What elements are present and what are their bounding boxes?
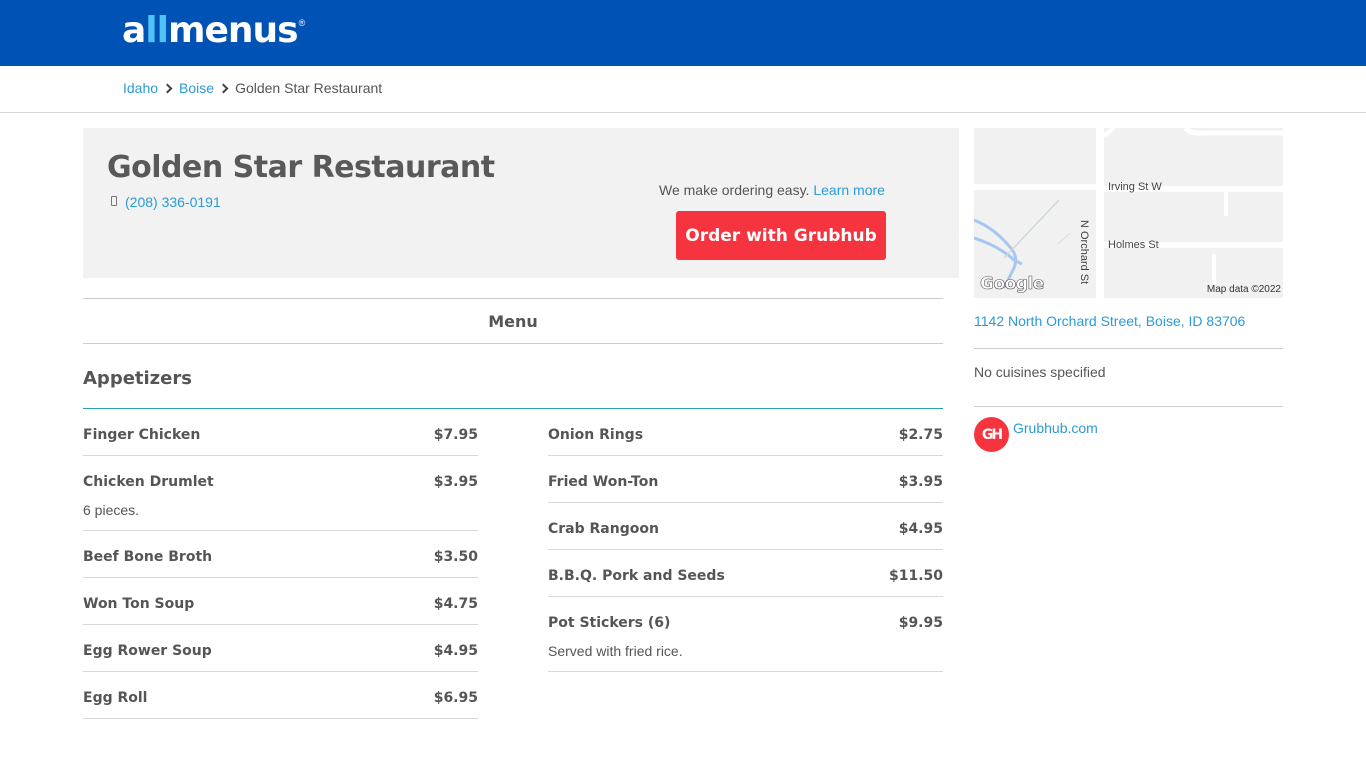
breadcrumb-idaho[interactable]: Idaho: [123, 80, 158, 96]
menu-item[interactable]: Beef Bone Broth $3.50: [83, 531, 478, 578]
item-price: $2.75: [898, 427, 943, 443]
phone-icon: [111, 196, 117, 206]
item-price: $4.95: [433, 643, 478, 659]
item-description: Served with fried rice.: [548, 643, 683, 659]
menu-item[interactable]: Egg Roll $6.95: [83, 672, 478, 719]
menu-item[interactable]: B.B.Q. Pork and Seeds $11.50: [548, 550, 943, 597]
sidebar-divider: [974, 348, 1283, 349]
menu-column-right: Onion Rings $2.75 Fried Won-Ton $3.95 Crab…: [548, 409, 943, 672]
map-street-irving: Irving St W: [1108, 181, 1162, 193]
item-price: $4.75: [433, 596, 478, 612]
chevron-right-icon: [162, 83, 173, 93]
google-logo: Google: [980, 274, 1045, 295]
map-street-orchard: N Orchard St: [1078, 220, 1090, 285]
section-title: Appetizers: [83, 368, 192, 389]
item-description: 6 pieces.: [83, 502, 140, 518]
grubhub-link[interactable]: Grubhub.com: [1013, 420, 1098, 436]
top-header: allmenus ®: [0, 0, 1366, 66]
item-name: Crab Rangoon: [548, 521, 659, 537]
grubhub-icon[interactable]: GH: [974, 417, 1009, 452]
map-graphic: [974, 128, 1283, 298]
order-easy-label: We make ordering easy.: [659, 182, 810, 198]
breadcrumb-boise[interactable]: Boise: [179, 80, 214, 96]
item-name: Onion Rings: [548, 427, 644, 443]
item-price: $6.95: [433, 690, 478, 706]
item-name: Finger Chicken: [83, 427, 201, 443]
learn-more-link[interactable]: Learn more: [813, 182, 885, 198]
menu-column-left: Finger Chicken $7.95 Chicken Drumlet $3.95…: [83, 409, 478, 719]
item-name: Fried Won-Ton: [548, 474, 659, 490]
item-name: Pot Stickers (6): [548, 615, 671, 631]
item-price: $4.95: [898, 521, 943, 537]
menu-item[interactable]: Egg Rower Soup $4.95: [83, 625, 478, 672]
menu-item[interactable]: Pot Stickers (6) $9.95 Served with fried r…: [548, 597, 943, 672]
item-price: $3.50: [433, 549, 478, 565]
order-easy-text: We make ordering easy. Learn more: [659, 182, 885, 198]
order-with-grubhub-button[interactable]: Order with Grubhub: [676, 211, 886, 260]
breadcrumb-bar: Idaho Boise Golden Star Restaurant: [0, 66, 1366, 113]
item-price: $3.95: [433, 474, 478, 490]
restaurant-name: Golden Star Restaurant: [107, 150, 495, 185]
chevron-right-icon: [218, 83, 229, 93]
menu-item[interactable]: Finger Chicken $7.95: [83, 409, 478, 456]
tab-menu[interactable]: Menu: [83, 298, 943, 344]
map-street-holmes: Holmes St: [1108, 239, 1159, 251]
item-name: Beef Bone Broth: [83, 549, 213, 565]
breadcrumb-current: Golden Star Restaurant: [235, 80, 383, 96]
item-name: Won Ton Soup: [83, 596, 195, 612]
map-data-attribution: Map data ©2022: [1206, 284, 1281, 295]
item-price: $11.50: [888, 568, 943, 584]
item-name: Egg Roll: [83, 690, 148, 706]
address-link[interactable]: 1142 North Orchard Street, Boise, ID 837…: [974, 313, 1245, 329]
logo-text: allmenus: [122, 10, 299, 51]
item-price: $9.95: [898, 615, 943, 631]
item-name: Egg Rower Soup: [83, 643, 212, 659]
item-price: $3.95: [898, 474, 943, 490]
item-name: Chicken Drumlet: [83, 474, 214, 490]
menu-item[interactable]: Crab Rangoon $4.95: [548, 503, 943, 550]
item-price: $7.95: [433, 427, 478, 443]
sidebar-divider: [974, 406, 1283, 407]
item-name: B.B.Q. Pork and Seeds: [548, 568, 725, 584]
phone-link[interactable]: (208) 336-0191: [125, 194, 221, 210]
logo-registered-mark: ®: [298, 18, 306, 28]
restaurant-hero: Golden Star Restaurant (208) 336-0191 We…: [83, 128, 959, 278]
cuisines-text: No cuisines specified: [974, 364, 1106, 380]
menu-item[interactable]: Fried Won-Ton $3.95: [548, 456, 943, 503]
menu-item[interactable]: Onion Rings $2.75: [548, 409, 943, 456]
breadcrumb: Idaho Boise Golden Star Restaurant: [123, 80, 382, 96]
location-map[interactable]: Irving St W Holmes St N Orchard St Googl…: [974, 128, 1283, 298]
allmenus-logo[interactable]: allmenus ®: [122, 4, 305, 54]
menu-item[interactable]: Chicken Drumlet $3.95 6 pieces.: [83, 456, 478, 531]
menu-item[interactable]: Won Ton Soup $4.75: [83, 578, 478, 625]
